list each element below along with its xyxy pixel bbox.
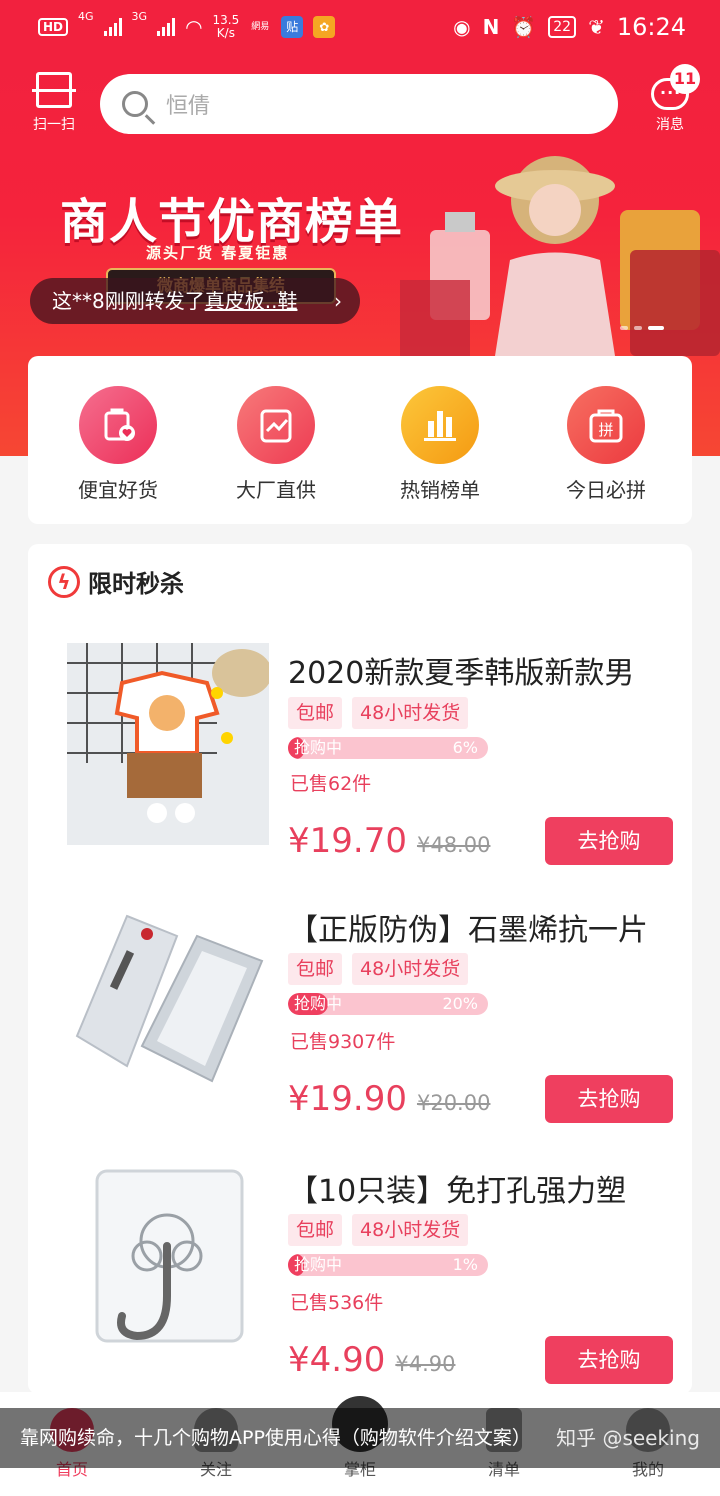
status-right: ◉ N ⏰ 22 ❦ 16:24 [453, 10, 686, 44]
scan-button[interactable]: 扫一扫 [28, 72, 80, 134]
tag-48h-shipping: 48小时发货 [352, 953, 469, 985]
alarm-icon: ⏰ [511, 15, 537, 39]
pagination-dot [620, 326, 628, 330]
nfc-icon: N [482, 15, 500, 39]
category-label: 今日必拼 [566, 478, 646, 502]
banner-subtitle: 源头厂货 春夏钜惠 [146, 244, 290, 262]
banner-pagination [620, 326, 664, 330]
speed-value: 13.5 [212, 13, 240, 27]
hd-indicator: HD [38, 18, 69, 36]
buy-now-button[interactable]: 去抢购 [545, 817, 673, 865]
current-price: ¥19.90 [288, 1079, 407, 1119]
buy-now-button[interactable]: 去抢购 [545, 1075, 673, 1123]
buy-now-button[interactable]: 去抢购 [545, 1336, 673, 1384]
watermark: 知乎 @seeking [556, 1426, 700, 1450]
product-image-kids-clothing[interactable] [67, 643, 269, 845]
product-price: ¥19.70 ¥48.00 [288, 821, 490, 861]
flash-sale-header: ϟ 限时秒杀 [48, 564, 184, 599]
lightning-icon: ϟ [48, 565, 80, 598]
activity-ticker[interactable]: 这**8刚刚转发了真皮板..鞋 › [30, 278, 360, 324]
signal-icon-2 [157, 18, 176, 36]
flash-sale-title: 限时秒杀 [88, 570, 184, 598]
clock: 16:24 [616, 13, 686, 41]
category-label: 热销榜单 [400, 478, 480, 502]
pagination-dot-active [648, 326, 664, 330]
caption-text: 靠网购续命，十几个购物APP使用心得（购物软件介绍文案） [20, 1427, 531, 1449]
category-label: 便宜好货 [78, 478, 158, 502]
product-image-mask-box[interactable] [67, 906, 269, 1108]
search-bar[interactable]: 恒倩 [100, 74, 618, 134]
progress-percent: 1% [452, 1255, 478, 1274]
product-title[interactable]: 【正版防伪】石墨烯抗一片 [288, 905, 688, 949]
status-bar: HD 4G 3G ◠ 13.5 K/s 網易 贴 ✿ ◉ N ⏰ 22 ❦ 16:… [0, 0, 720, 56]
category-label: 大厂直供 [236, 478, 316, 502]
product-title[interactable]: 【10只装】免打孔强力塑 [288, 1166, 688, 1210]
banner-products-image [400, 156, 720, 356]
sale-progress-bar: 抢购中 6% [288, 737, 488, 759]
original-price: ¥20.00 [416, 1091, 491, 1115]
messages-button[interactable]: 11 消息 [640, 64, 700, 134]
speed-unit: K/s [216, 26, 235, 40]
network-4g-label: 4G [78, 10, 94, 23]
category-bestsellers[interactable]: 热销榜单 [380, 386, 500, 503]
bar-chart-icon [401, 386, 479, 464]
tag-48h-shipping: 48小时发货 [352, 697, 469, 729]
product-image-wall-hook[interactable] [67, 1166, 269, 1368]
chart-clipboard-icon [237, 386, 315, 464]
original-price: ¥4.90 [395, 1352, 456, 1376]
product-tags: 包邮 48小时发货 [288, 697, 469, 729]
messages-badge: 11 [670, 64, 700, 94]
product-title[interactable]: 2020新款夏季韩版新款男 [288, 648, 688, 692]
sold-count: 已售536件 [290, 1292, 384, 1314]
sale-progress-bar: 抢购中 20% [288, 993, 488, 1015]
ticker-product-link: 真皮板..鞋 [204, 289, 298, 313]
caption-overlay: 靠网购续命，十几个购物APP使用心得（购物软件介绍文案） 知乎 @seeking [0, 1408, 720, 1468]
original-price: ¥48.00 [416, 833, 491, 857]
scan-label: 扫一扫 [33, 117, 75, 133]
category-group-buy[interactable]: 拼 今日必拼 [546, 386, 666, 503]
bag-heart-icon [79, 386, 157, 464]
search-icon [122, 91, 148, 117]
category-cheap-goods[interactable]: 便宜好货 [58, 386, 178, 503]
sold-count: 已售9307件 [290, 1031, 396, 1053]
tag-free-shipping: 包邮 [288, 697, 343, 729]
category-card: 便宜好货 大厂直供 热销榜单 拼 今日必拼 [28, 356, 692, 524]
tag-48h-shipping: 48小时发货 [352, 1214, 469, 1246]
progress-label: 抢购中 [294, 1255, 343, 1274]
ticker-arrow-icon: › [334, 289, 342, 313]
search-placeholder: 恒倩 [166, 94, 211, 119]
progress-label: 抢购中 [294, 738, 343, 757]
ticker-text: 这**8刚刚转发了 [52, 289, 205, 313]
tag-free-shipping: 包邮 [288, 953, 343, 985]
progress-percent: 6% [452, 738, 478, 757]
product-price: ¥4.90 ¥4.90 [288, 1340, 455, 1380]
tag-free-shipping: 包邮 [288, 1214, 343, 1246]
sale-progress-bar: 抢购中 1% [288, 1254, 488, 1276]
pagination-dot [634, 326, 642, 330]
uc-app-icon: ✿ [313, 16, 336, 38]
progress-label: 抢购中 [294, 994, 343, 1013]
battery-icon: 22 [548, 16, 577, 38]
product-price: ¥19.90 ¥20.00 [288, 1079, 490, 1119]
sold-count: 已售62件 [290, 773, 372, 795]
current-price: ¥4.90 [288, 1340, 386, 1380]
network-3g-label: 3G [131, 10, 148, 23]
network-speed: 13.5 K/s [213, 14, 240, 40]
current-price: ¥19.70 [288, 821, 407, 861]
netease-app-icon: 網易 [251, 22, 270, 32]
product-tags: 包邮 48小时发货 [288, 1214, 469, 1246]
tieba-app-icon: 贴 [281, 16, 304, 38]
signal-icon [103, 18, 122, 36]
eye-icon: ◉ [453, 15, 471, 39]
product-tags: 包邮 48小时发货 [288, 953, 469, 985]
category-factory-direct[interactable]: 大厂直供 [216, 386, 336, 503]
leaf-icon: ❦ [588, 15, 605, 39]
status-left: HD 4G 3G ◠ 13.5 K/s 網易 贴 ✿ [38, 10, 336, 44]
pin-bag-icon: 拼 [567, 386, 645, 464]
wifi-icon: ◠ [185, 15, 203, 39]
svg-text:拼: 拼 [598, 421, 613, 439]
scan-icon [32, 72, 76, 108]
progress-percent: 20% [442, 994, 478, 1013]
messages-label: 消息 [656, 117, 684, 133]
